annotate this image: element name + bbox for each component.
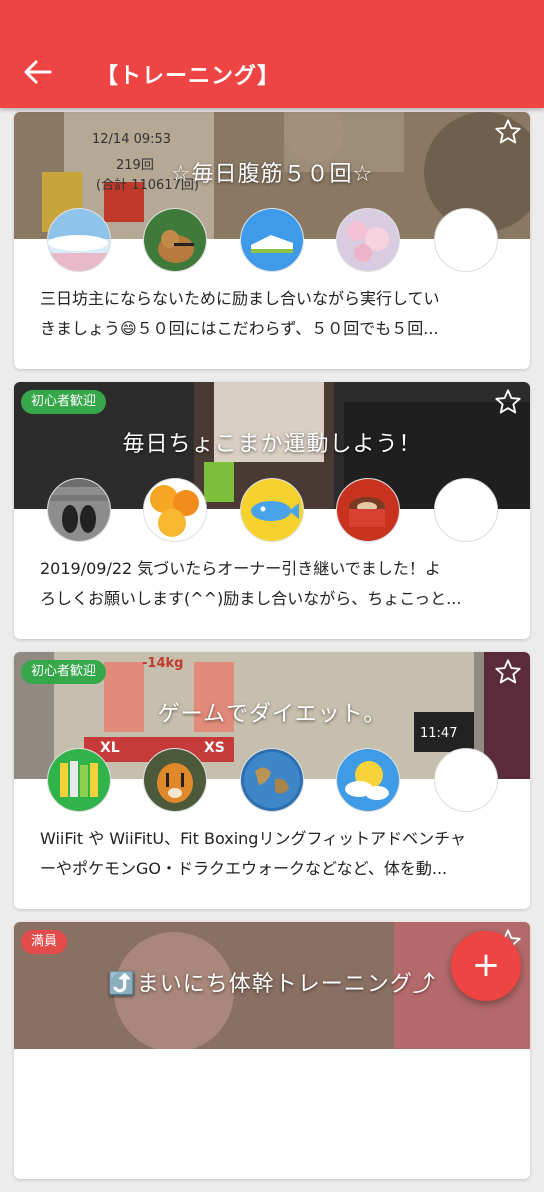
description-line: ろしくお願いします(^^)励まし合いながら、ちょこっと... [40,589,462,608]
group-card[interactable]: 毎日ちょこまか運動しよう！ 初心者歓迎 2019/09/22 気づいたらオーナー… [14,382,530,639]
description-line: WiiFit や WiiFitU、Fit Boxingリングフィットアドベンチャ [40,829,466,848]
avatar[interactable] [240,478,304,542]
star-outline-icon [495,389,521,414]
cloud-sky-avatar-icon [48,209,110,271]
star-outline-icon [495,119,521,144]
status-badge: 初心者歓迎 [21,660,107,684]
avatar[interactable] [143,208,207,272]
status-badge: 初心者歓迎 [21,390,107,414]
group-card[interactable]: 12/14 09:53 219回 (合計 110617回) ☆毎日腹筋５０回☆ [14,112,530,369]
group-title: 毎日ちょこまか運動しよう！ [122,432,422,457]
globe-avatar-icon [241,749,303,811]
app-bar: 【トレーニング】 [0,0,544,108]
group-card[interactable]: -14kg XL XS 11:47 ゲームでダイエット。 初心者歓迎 WiiFi… [14,652,530,909]
star-outline-icon [495,659,521,684]
avatar-empty[interactable] [434,748,498,812]
avatar[interactable] [336,748,400,812]
status-badge: 満員 [21,930,68,954]
avatar[interactable] [336,208,400,272]
group-description: 三日坊主にならないために励まし合いながら実行してい きましょう😄５０回にはこだわ… [40,284,510,344]
group-description: WiiFit や WiiFitU、Fit Boxingリングフィットアドベンチャ… [40,824,510,884]
orange-slices-avatar-icon [144,479,206,541]
sneaker-avatar-icon [241,209,303,271]
group-list: 12/14 09:53 219回 (合計 110617回) ☆毎日腹筋５０回☆ [14,112,530,1192]
cherry-blossom-avatar-icon [337,209,399,271]
coffee-cup-avatar-icon [337,479,399,541]
arrow-back-icon [24,60,52,84]
avatar[interactable] [47,478,111,542]
sneakers-on-wood-avatar-icon [48,479,110,541]
description-line: 三日坊主にならないために励まし合いながら実行してい [40,289,440,308]
avatar[interactable] [47,208,111,272]
member-avatars [47,478,498,542]
banner-text: -14kg [142,656,184,671]
description-line: きましょう😄５０回にはこだわらず、５０回でも５回... [40,319,439,338]
back-button[interactable] [22,58,54,86]
group-title: ☆毎日腹筋５０回☆ [170,162,374,187]
group-description: 2019/09/22 気づいたらオーナー引き継いでました！よ ろしくお願いします… [40,554,510,614]
favorite-button[interactable] [494,118,522,146]
add-group-button[interactable]: + [451,931,521,1001]
favorite-button[interactable] [494,658,522,686]
group-title: ゲームでダイエット。 [157,702,387,727]
banner-text: 11:47 [420,726,458,741]
avatar[interactable] [47,748,111,812]
avatar[interactable] [336,478,400,542]
avatar[interactable] [143,478,207,542]
avatar-empty[interactable] [434,478,498,542]
member-avatars [47,208,498,272]
chipmunk-avatar-icon [144,209,206,271]
avatar[interactable] [143,748,207,812]
books-avatar-icon [48,749,110,811]
description-line: ーやポケモンGO・ドラクエウォークなどなど、体を動... [40,859,448,878]
avatar-empty[interactable] [434,208,498,272]
member-avatars [47,748,498,812]
description-line: 2019/09/22 気づいたらオーナー引き継いでました！よ [40,559,441,578]
page-title: 【トレーニング】 [96,64,281,89]
sun-cloud-avatar-icon [337,749,399,811]
fish-character-avatar-icon [241,479,303,541]
favorite-button[interactable] [494,388,522,416]
banner-text: 12/14 09:53 [92,132,172,147]
avatar[interactable] [240,208,304,272]
add-icon: + [471,945,501,985]
tiger-avatar-icon [144,749,206,811]
avatar[interactable] [240,748,304,812]
